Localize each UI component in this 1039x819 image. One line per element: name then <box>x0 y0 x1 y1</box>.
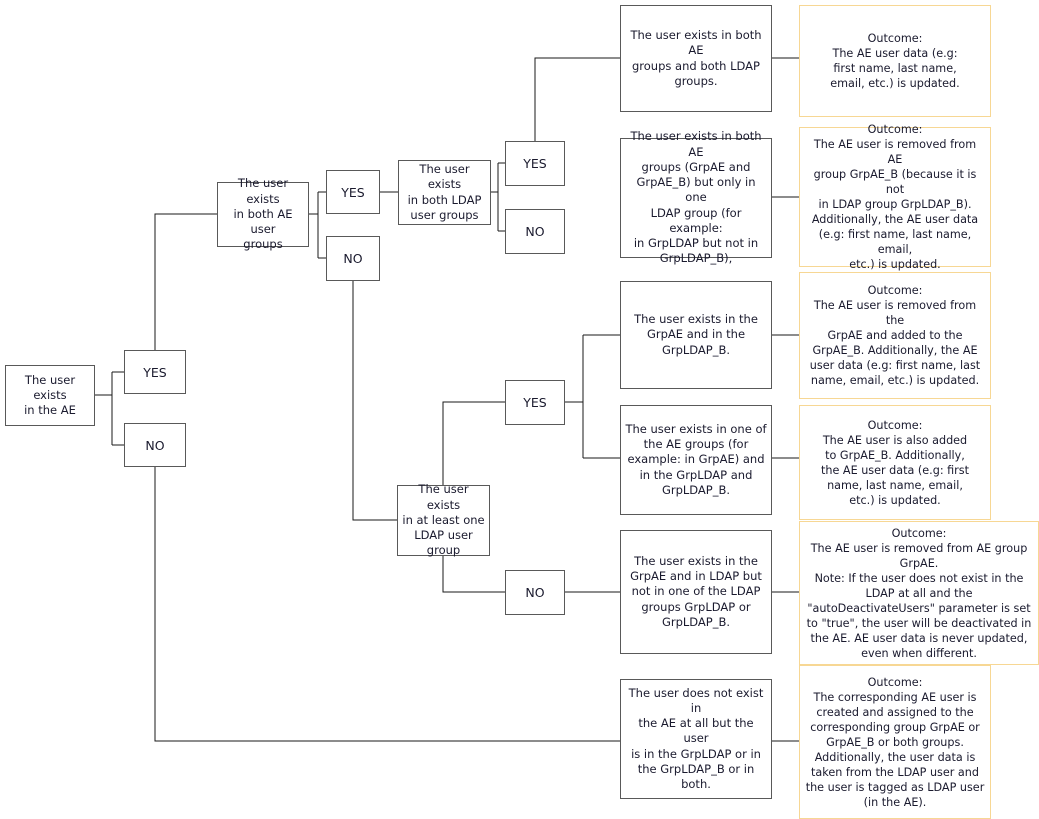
node-scenario-4-label: The user exists in one of the AE groups … <box>625 421 767 497</box>
edge-ldapone-to-yes <box>442 401 505 485</box>
node-outcome-6-label: Outcome: The corresponding AE user is cr… <box>805 675 985 809</box>
edge-ldapone-to-no <box>442 556 505 593</box>
node-ldap-at-least-one[interactable]: The user exists in at least one LDAP use… <box>397 482 490 558</box>
node-ae-both-groups-label: The user exists in both AE user groups <box>233 176 293 252</box>
node-outcome-4-label: Outcome: The AE user is also added to Gr… <box>821 418 969 507</box>
edge-aeno-to-ldapone <box>352 281 397 521</box>
node-outcome-3[interactable]: Outcome: The AE user is removed from the… <box>799 272 991 399</box>
node-scenario-3-label: The user exists in the GrpAE and in the … <box>634 312 758 357</box>
node-scenario-2[interactable]: The user exists in both AE groups (GrpAE… <box>620 129 772 265</box>
node-scenario-5[interactable]: The user exists in the GrpAE and in LDAP… <box>620 530 772 654</box>
node-ae-both-yes-label: YES <box>341 184 365 200</box>
node-ldap-both-yes[interactable]: YES <box>505 141 565 186</box>
node-outcome-6[interactable]: Outcome: The corresponding AE user is cr… <box>799 665 991 819</box>
node-outcome-2-label: Outcome: The AE user is removed from AE … <box>811 123 979 271</box>
node-outcome-5[interactable]: Outcome: The AE user is removed from AE … <box>799 521 1039 665</box>
node-outcome-3-label: Outcome: The AE user is removed from the… <box>809 284 981 387</box>
node-scenario-1-label: The user exists in both AE groups and bo… <box>630 27 762 88</box>
node-ldap-one-no[interactable]: NO <box>505 570 565 615</box>
node-root-yes[interactable]: YES <box>124 350 186 394</box>
node-scenario-1[interactable]: The user exists in both AE groups and bo… <box>620 5 772 112</box>
edge-ldapyes-to-scenario1 <box>534 57 620 141</box>
node-outcome-1[interactable]: Outcome: The AE user data (e.g: first na… <box>799 5 991 117</box>
node-scenario-5-label: The user exists in the GrpAE and in LDAP… <box>630 553 762 629</box>
node-ldap-one-no-label: NO <box>525 585 545 600</box>
node-root-no[interactable]: NO <box>124 423 186 467</box>
node-ae-both-no[interactable]: NO <box>326 236 380 281</box>
node-ldap-one-yes-label: YES <box>523 395 547 410</box>
node-ae-both-groups[interactable]: The user exists in both AE user groups <box>217 176 309 251</box>
node-scenario-3[interactable]: The user exists in the GrpAE and in the … <box>620 281 772 389</box>
node-ldap-both-groups[interactable]: The user exists in both LDAP user groups <box>398 160 491 225</box>
node-outcome-1-label: Outcome: The AE user data (e.g: first na… <box>830 32 960 90</box>
node-root-no-label: NO <box>145 437 165 453</box>
node-ldap-both-no[interactable]: NO <box>505 209 565 254</box>
edge-rootyes-to-aeboth <box>154 213 217 350</box>
node-ldap-at-least-one-label: The user exists in at least one LDAP use… <box>402 482 485 558</box>
node-ldap-both-groups-label: The user exists in both LDAP user groups <box>407 161 482 222</box>
node-outcome-5-label: Outcome: The AE user is removed from AE … <box>806 526 1032 660</box>
flowchart-canvas: The user exists in the AE YES NO The use… <box>0 0 1039 819</box>
node-outcome-2[interactable]: Outcome: The AE user is removed from AE … <box>799 123 991 271</box>
node-scenario-2-label: The user exists in both AE groups (GrpAE… <box>630 129 762 266</box>
node-scenario-4[interactable]: The user exists in one of the AE groups … <box>620 405 772 515</box>
node-ldap-both-yes-label: YES <box>523 156 547 171</box>
node-root-user-exists-in-ae[interactable]: The user exists in the AE <box>5 365 95 426</box>
node-root-yes-label: YES <box>143 364 167 380</box>
node-scenario-6-label: The user does not exist in the AE at all… <box>628 685 764 792</box>
node-ldap-both-no-label: NO <box>525 224 545 239</box>
node-root-label: The user exists in the AE <box>24 372 76 418</box>
node-ae-both-yes[interactable]: YES <box>326 170 380 214</box>
node-scenario-6[interactable]: The user does not exist in the AE at all… <box>620 679 772 799</box>
node-ldap-one-yes[interactable]: YES <box>505 380 565 425</box>
node-outcome-4[interactable]: Outcome: The AE user is also added to Gr… <box>799 405 991 520</box>
node-ae-both-no-label: NO <box>343 251 363 266</box>
